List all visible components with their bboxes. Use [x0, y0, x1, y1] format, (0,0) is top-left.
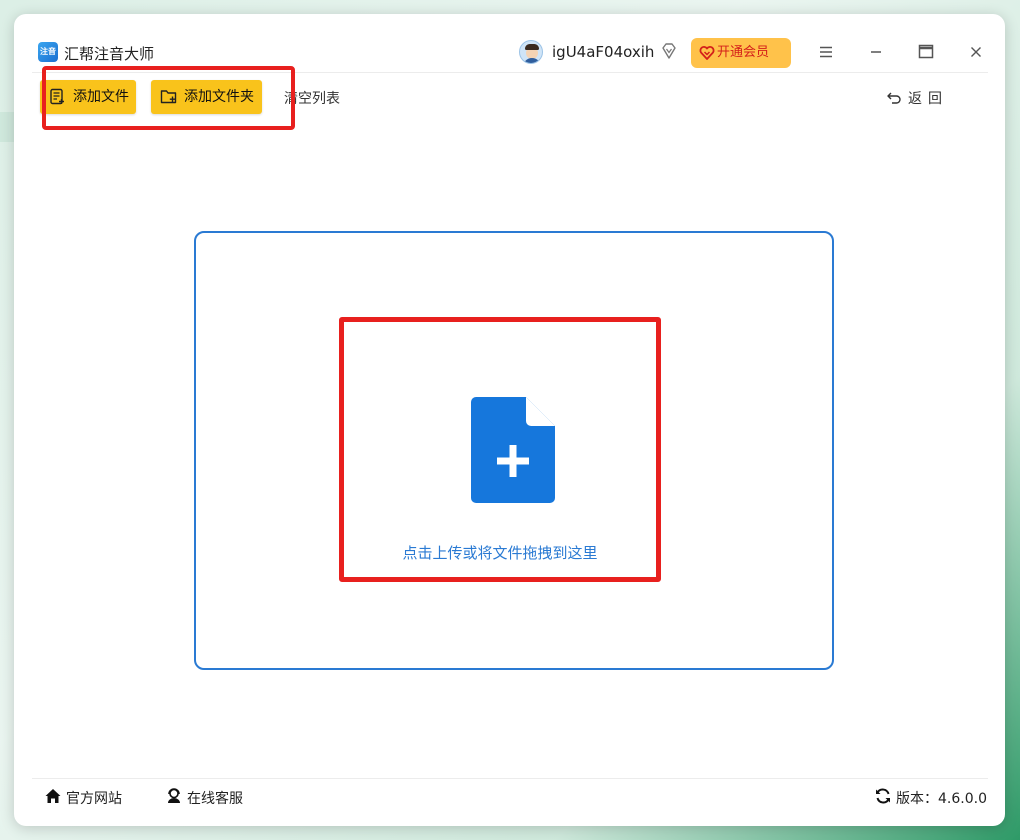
refresh-icon — [876, 788, 890, 804]
home-icon — [45, 789, 61, 803]
minimize-icon[interactable] — [864, 40, 888, 64]
app-title: 汇帮注音大师 — [64, 45, 155, 63]
upload-dropzone[interactable]: 点击上传或将文件拖拽到这里 — [194, 231, 834, 670]
vip-membership-button[interactable]: 开通会员 — [691, 38, 791, 68]
add-document-icon — [471, 397, 555, 503]
upload-click-area[interactable]: 点击上传或将文件拖拽到这里 — [339, 317, 661, 582]
add-folder-button[interactable]: 添加文件夹 — [151, 80, 262, 114]
official-website-label: 官方网站 — [66, 791, 122, 807]
menu-icon[interactable] — [814, 40, 838, 64]
close-icon[interactable] — [964, 40, 988, 64]
title-bar: 注音 汇帮注音大师 igU4aF04oxih 开通会员 — [14, 14, 1005, 72]
vip-button-label: 开通会员 — [717, 45, 770, 60]
add-file-icon — [50, 88, 64, 105]
add-folder-icon — [160, 90, 177, 104]
upload-hint-text: 点击上传或将文件拖拽到这里 — [402, 544, 598, 562]
add-file-button[interactable]: 添加文件 — [40, 80, 136, 114]
diamond-icon[interactable] — [660, 42, 678, 60]
add-file-label: 添加文件 — [73, 89, 129, 105]
toolbar: 添加文件 添加文件夹 清空列表 返回 — [14, 72, 1005, 132]
add-folder-label: 添加文件夹 — [184, 89, 254, 105]
heart-diamond-icon — [699, 46, 715, 60]
app-logo-icon: 注音 — [38, 42, 58, 62]
footer-bar: 官方网站 在线客服 版本：4.6.0.0 — [32, 778, 988, 814]
version-label: 版本：4.6.0.0 — [896, 791, 987, 807]
user-avatar[interactable] — [519, 40, 543, 64]
online-support-label: 在线客服 — [187, 791, 243, 807]
username[interactable]: igU4aF04oxih — [552, 43, 654, 61]
maximize-icon[interactable] — [914, 40, 938, 64]
clear-list-button[interactable]: 清空列表 — [284, 88, 340, 108]
customer-service-icon — [168, 788, 180, 803]
undo-arrow-icon — [887, 92, 901, 104]
back-label: 返回 — [908, 91, 948, 107]
app-window: 注音 汇帮注音大师 igU4aF04oxih 开通会员 添加文件 添加文件夹 清… — [14, 14, 1005, 826]
